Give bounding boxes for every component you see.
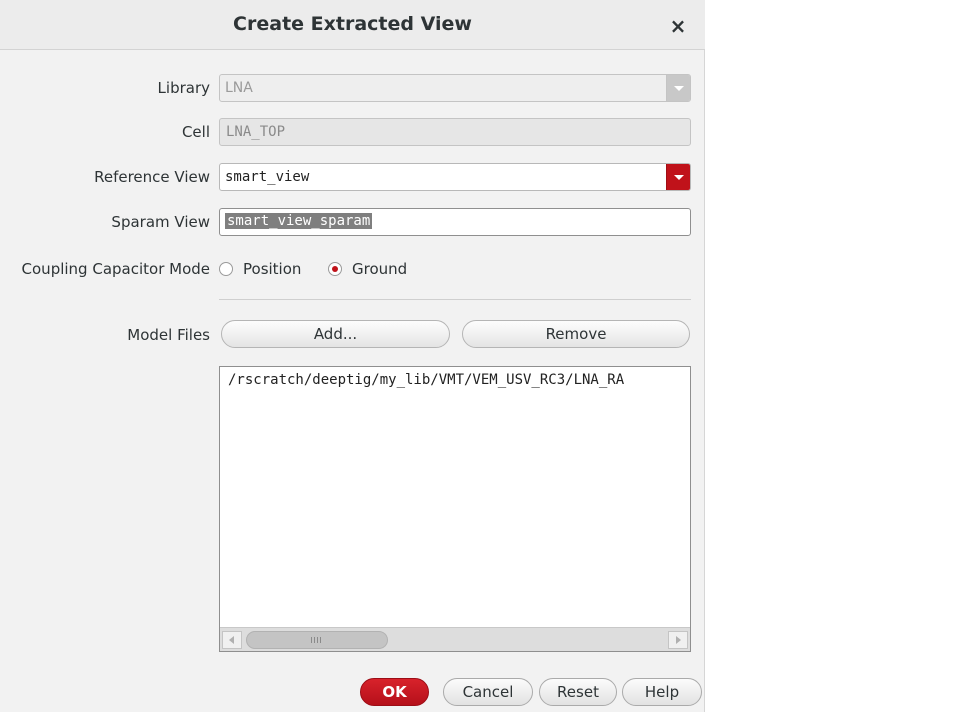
horizontal-scrollbar[interactable]: [220, 627, 690, 651]
sparam-view-input[interactable]: smart_view_sparam: [219, 208, 691, 236]
radio-position-label: Position: [243, 260, 302, 278]
reference-view-combobox[interactable]: smart_view: [219, 163, 691, 191]
reference-view-value: smart_view: [225, 169, 310, 185]
cell-value: LNA_TOP: [226, 124, 286, 140]
remove-button[interactable]: Remove: [462, 320, 690, 348]
scroll-left-icon[interactable]: [222, 631, 242, 649]
model-files-list[interactable]: /rscratch/deeptig/my_lib/VMT/VEM_USV_RC3…: [219, 366, 691, 652]
ok-button[interactable]: OK: [360, 678, 429, 706]
dialog-title: Create Extracted View: [233, 13, 472, 35]
library-label: Library: [157, 79, 210, 97]
dialog-titlebar: Create Extracted View ×: [0, 0, 705, 50]
list-item[interactable]: /rscratch/deeptig/my_lib/VMT/VEM_USV_RC3…: [228, 372, 624, 388]
library-combobox[interactable]: LNA: [219, 74, 691, 102]
close-icon[interactable]: ×: [664, 12, 692, 40]
reference-view-label: Reference View: [94, 168, 210, 186]
help-button[interactable]: Help: [622, 678, 702, 706]
radio-ground[interactable]: Ground: [328, 258, 407, 280]
cancel-button[interactable]: Cancel: [443, 678, 533, 706]
scrollbar-thumb[interactable]: [246, 631, 388, 649]
chevron-down-icon[interactable]: [666, 75, 690, 101]
chevron-down-icon[interactable]: [666, 164, 690, 190]
radio-unchecked-icon: [219, 262, 233, 276]
radio-ground-label: Ground: [352, 260, 408, 278]
cell-label: Cell: [181, 123, 210, 141]
radio-position[interactable]: Position: [219, 258, 301, 280]
library-value: LNA: [225, 80, 253, 96]
separator: [219, 299, 691, 300]
add-button[interactable]: Add...: [221, 320, 450, 348]
cell-field: LNA_TOP: [219, 118, 691, 146]
reset-button[interactable]: Reset: [539, 678, 617, 706]
model-files-label: Model Files: [127, 326, 210, 344]
sparam-view-value: smart_view_sparam: [225, 213, 373, 229]
sparam-view-label: Sparam View: [111, 213, 210, 231]
create-extracted-view-dialog: Create Extracted View × Library LNA Cell…: [0, 0, 705, 712]
radio-checked-icon: [328, 262, 342, 276]
coupling-mode-label: Coupling Capacitor Mode: [21, 260, 210, 278]
scroll-right-icon[interactable]: [668, 631, 688, 649]
